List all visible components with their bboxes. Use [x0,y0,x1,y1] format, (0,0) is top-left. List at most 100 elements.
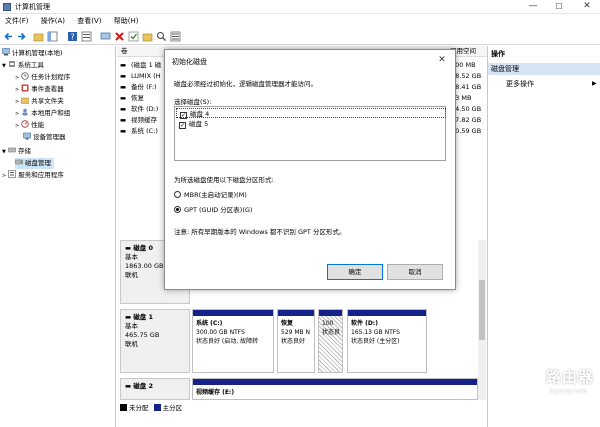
event-viewer-icon [21,84,29,92]
tree-item-local-users[interactable]: > 本地用户和组 [15,108,70,119]
tree-item-disk-management[interactable]: 磁盘管理 [15,158,54,169]
disk-4-checkbox[interactable]: ✓ [180,112,187,119]
scrollbar-thumb[interactable] [479,280,485,340]
gpt-option[interactable]: GPT (GUID 分区表)(G) [174,206,252,215]
tree-item-event-viewer[interactable]: > 事件查看器 [15,84,64,95]
disk-2[interactable]: ▬ 磁盘 2 视频缓存 (E:) [120,378,483,400]
check-icon[interactable] [128,31,139,42]
tree-label: 系统工具 [17,61,44,69]
close-button[interactable]: ✕ [576,0,598,14]
partition-c[interactable]: 系统 (C:) 300.00 GB NTFS 状态良好 (启动, 故障转 [192,309,274,373]
gpt-note: 注意: 所有早期版本的 Windows 都不识别 GPT 分区形式。 [174,228,346,236]
partition-e[interactable]: 视频缓存 (E:) [192,378,478,400]
router-logo-icon [524,366,544,386]
minimize-button[interactable]: — [522,0,544,14]
collapse-arrow-icon[interactable]: > [15,123,19,129]
partition-name: 恢复 [281,320,294,327]
title-bar: 计算机管理 — ☐ ✕ [0,0,600,14]
tree-item-performance[interactable]: > 性能 [15,120,44,131]
vertical-scrollbar[interactable] [478,240,486,400]
clock-icon [21,72,29,80]
menu-file[interactable]: 文件(F) [0,14,34,28]
tree-item-shared-folders[interactable]: > 共享文件夹 [15,96,64,107]
volume-name: 恢复 [131,94,144,102]
expand-arrow-icon[interactable]: ▼ [2,149,6,155]
volume-bar-icon: ▬ [120,94,127,102]
volume-name: 系统 (C:) [131,127,158,135]
collapse-arrow-icon[interactable]: > [15,75,19,81]
actions-header: 操作 [491,50,505,58]
tree-item-root[interactable]: 计算机管理(本地) [2,48,63,59]
tree-label: 共享文件夹 [31,97,64,105]
watermark: 路由器 luyouqi.com [524,364,596,414]
tree-item-storage[interactable]: ▼ 存储 [2,146,31,157]
console-tree-icon[interactable] [47,31,58,42]
connect-icon[interactable] [100,31,111,42]
disk-icon: ▬ [125,244,132,252]
partition-recovery[interactable]: 恢复 529 MB N 状态良好 [277,309,315,373]
mbr-option[interactable]: MBR(主启动记录)(M) [174,191,247,200]
menu-view[interactable]: 查看(V) [72,14,106,28]
list-view-icon[interactable] [170,31,181,42]
volume-bar-icon: ▬ [120,127,127,135]
menu-help[interactable]: 帮助(H) [109,14,144,28]
volume-bar-icon: ▬ [120,105,127,113]
help-icon[interactable]: ? [67,31,78,42]
disk-5-checkbox[interactable]: ✓ [179,122,186,129]
disk-info[interactable]: ▬ 磁盘 2 [120,378,190,400]
tree-item-device-manager[interactable]: 设备管理器 [23,132,66,143]
partition-size: 300.00 GB NTFS [196,329,245,336]
collapse-arrow-icon[interactable]: > [15,99,19,105]
initialize-disk-dialog: 初始化磁盘 ✕ 磁盘必须经过初始化，逻辑磁盘管理器才能访问。 选择磁盘(S): … [164,49,456,290]
disk-size: 465.75 GB [125,331,160,339]
column-volume[interactable]: 卷 [121,46,128,57]
cancel-button[interactable]: 取消 [387,264,443,280]
search-icon[interactable] [156,31,167,42]
collapse-arrow-icon[interactable]: > [2,173,6,179]
menu-action[interactable]: 操作(A) [36,14,70,28]
tree-label: 磁盘管理 [25,159,51,167]
volume-name: 视频缓存 [131,116,157,124]
svg-text:?: ? [70,33,74,42]
tree-item-system-tools[interactable]: ▼ 系统工具 [2,60,44,71]
disk-icon: ▬ [125,313,132,321]
window-title: 计算机管理 [15,3,50,11]
action-more-actions[interactable]: 更多操作 [506,78,534,90]
ok-button[interactable]: 确定 [327,264,383,280]
disk-item-5[interactable]: ✓ 磁盘 5 [176,119,446,129]
back-arrow-icon[interactable] [3,31,14,42]
watermark-url: luyouqi.com [550,388,587,395]
disk-type: 基本 [125,322,138,330]
collapse-arrow-icon[interactable]: > [15,87,19,93]
action-disk-management[interactable]: 磁盘管理 [488,63,600,75]
dialog-close-button[interactable]: ✕ [435,53,449,67]
volume-bar-icon: ▬ [120,116,127,124]
tree-item-task-scheduler[interactable]: > 任务计划程序 [15,72,70,83]
volume-bar-icon: ▬ [120,72,127,80]
legend-primary: 主分区 [162,404,183,412]
tree-item-services[interactable]: > 服务和应用程序 [2,170,64,181]
disk-info[interactable]: ▬ 磁盘 1 基本 465.75 GB 联机 [120,309,190,373]
navigation-tree: 计算机管理(本地) ▼ 系统工具 > 任务计划程序 > 事件查看器 > 共享文件夹 > 本… [0,46,116,427]
mbr-label: MBR(主启动记录)(M) [184,191,247,199]
delete-icon[interactable] [114,31,125,42]
gpt-radio[interactable] [174,206,181,213]
expand-arrow-icon[interactable]: ▼ [2,63,6,69]
volume-name: 备份 (F:) [131,83,157,91]
maximize-button[interactable]: ☐ [548,0,570,14]
partition-name: 视频缓存 (E:) [196,389,235,396]
properties-icon[interactable] [81,31,92,42]
volume-bar-icon: ▬ [120,61,127,69]
volume-name: LUMIX (H [131,72,161,80]
disk-item-4[interactable]: ✓ 磁盘 4 [176,108,446,119]
disk-icon: ▬ [125,382,132,390]
partition-efi[interactable]: 100 状态良 [318,309,343,373]
partition-d[interactable]: 软件 (D:) 165.13 GB NTFS 状态良好 (主分区) [347,309,427,373]
services-icon [8,170,17,178]
disk-1[interactable]: ▬ 磁盘 1 基本 465.75 GB 联机 系统 (C:) 300.00 GB… [120,309,483,373]
mbr-radio[interactable] [174,191,181,198]
forward-arrow-icon[interactable] [16,31,27,42]
folder-icon[interactable] [142,31,153,42]
collapse-arrow-icon[interactable]: > [15,111,19,117]
up-folder-icon[interactable] [33,31,44,42]
